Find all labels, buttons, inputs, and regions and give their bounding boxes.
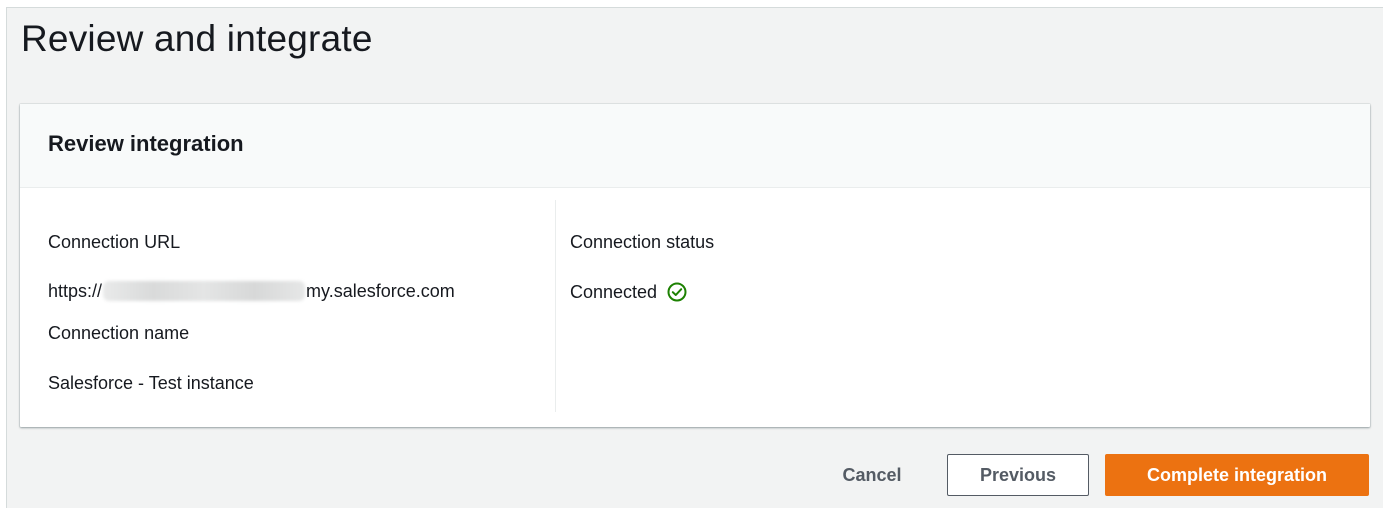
cancel-button[interactable]: Cancel: [813, 454, 931, 496]
connection-url-value: https:// my.salesforce.com: [48, 281, 455, 302]
connection-status-label: Connection status: [570, 232, 715, 252]
previous-button[interactable]: Previous: [947, 454, 1089, 496]
connection-status-value: Connected: [570, 281, 688, 303]
wizard-footer: Cancel Previous Complete integration: [7, 454, 1383, 500]
connection-name-value: Salesforce - Test instance: [48, 373, 254, 393]
panel-title: Review integration: [48, 131, 244, 156]
review-integration-panel: Review integration Connection URL https:…: [20, 104, 1370, 427]
connection-name-label: Connection name: [48, 323, 190, 343]
connection-url-prefix: https://: [48, 281, 103, 301]
connection-url-label: Connection URL: [48, 232, 181, 252]
page-title: Review and integrate: [21, 18, 373, 59]
page-container: Review and integrate Review integration …: [6, 7, 1383, 508]
column-divider: [555, 200, 556, 412]
connection-status-text: Connected: [570, 282, 658, 302]
connection-url-suffix: my.salesforce.com: [306, 281, 455, 301]
check-circle-icon: [666, 281, 688, 303]
complete-integration-button[interactable]: Complete integration: [1105, 454, 1369, 496]
panel-header: Review integration: [20, 104, 1370, 188]
redacted-url-segment: [103, 281, 306, 301]
